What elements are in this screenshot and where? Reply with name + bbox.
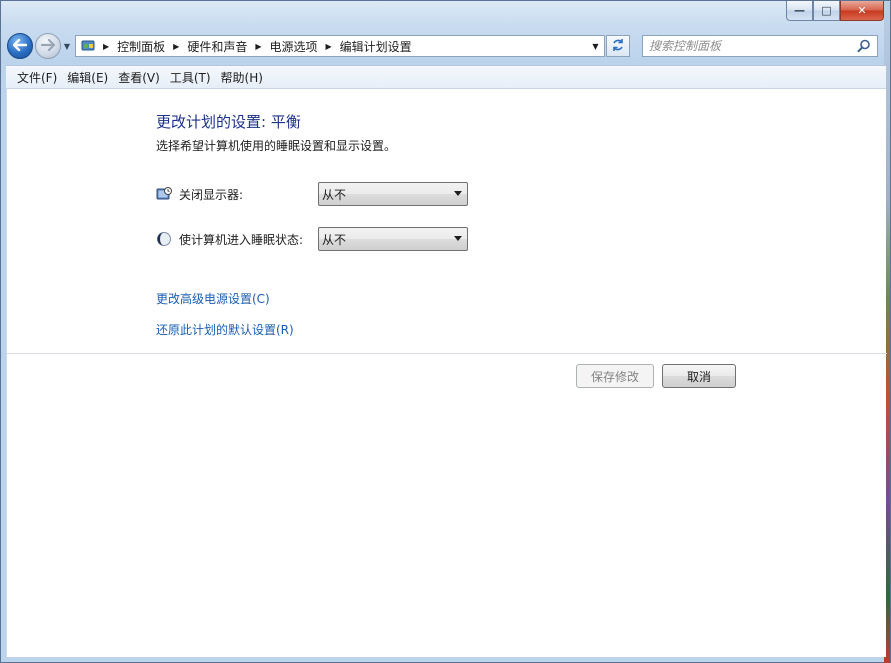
breadcrumb-separator-icon[interactable]: ▶ [168, 42, 184, 51]
sleep-label: 使计算机进入睡眠状态: [179, 232, 304, 247]
breadcrumb-control-panel[interactable]: 控制面板 [114, 36, 168, 56]
sleep-value: 从不 [322, 232, 347, 247]
refresh-button[interactable] [606, 35, 630, 57]
breadcrumb-power-options[interactable]: 电源选项 [267, 36, 321, 56]
search-box[interactable] [642, 35, 878, 57]
navigation-row: ▼ ▶ 控制面板 ▶ 硬件和声音 ▶ 电源选项 ▶ 编辑计划设置 ▼ [7, 33, 886, 59]
address-bar[interactable]: ▶ 控制面板 ▶ 硬件和声音 ▶ 电源选项 ▶ 编辑计划设置 ▼ [75, 35, 605, 57]
refresh-icon [611, 38, 625, 55]
maximize-icon: □ [821, 4, 832, 17]
close-button[interactable]: ✕ [840, 1, 884, 21]
cancel-button[interactable]: 取消 [662, 364, 736, 388]
breadcrumb-edit-plan[interactable]: 编辑计划设置 [337, 36, 415, 56]
breadcrumb-separator-icon[interactable]: ▶ [98, 42, 114, 51]
menu-file[interactable]: 文件(F) [12, 66, 62, 88]
menu-tools[interactable]: 工具(T) [165, 66, 216, 88]
moon-sleep-icon [155, 230, 173, 248]
save-changes-button[interactable]: 保存修改 [576, 364, 654, 388]
menu-edit[interactable]: 编辑(E) [62, 66, 113, 88]
breadcrumb-separator-icon[interactable]: ▶ [321, 42, 337, 51]
sleep-select[interactable]: 从不 [318, 227, 468, 251]
content-divider [7, 353, 887, 354]
minimize-icon: — [794, 4, 805, 17]
page-subtitle: 选择希望计算机使用的睡眠设置和显示设置。 [156, 139, 397, 153]
dropdown-arrow-icon [454, 236, 462, 241]
monitor-clock-icon [155, 185, 173, 203]
address-dropdown-button[interactable]: ▼ [587, 36, 604, 56]
control-panel-window: — □ ✕ ▼ ▶ 控制面板 ▶ 硬件和声音 ▶ 电源选项 ▶ 编辑计划设置 ▼… [0, 0, 891, 663]
caption-buttons: — □ ✕ [786, 1, 884, 21]
forward-button[interactable] [35, 33, 61, 59]
breadcrumb-hardware-sound[interactable]: 硬件和声音 [184, 36, 250, 56]
display-off-value: 从不 [322, 187, 347, 202]
close-icon: ✕ [857, 4, 867, 17]
control-panel-icon [78, 37, 98, 55]
breadcrumb-separator-icon[interactable]: ▶ [250, 42, 266, 51]
content-pane: 更改计划的设置: 平衡 选择希望计算机使用的睡眠设置和显示设置。 关闭显示器: … [6, 89, 887, 657]
search-icon[interactable] [857, 39, 871, 56]
display-off-select[interactable]: 从不 [318, 182, 468, 206]
search-input[interactable] [643, 36, 853, 56]
page-title: 更改计划的设置: 平衡 [156, 113, 301, 131]
maximize-button[interactable]: □ [813, 1, 840, 21]
arrow-right-icon [40, 37, 56, 55]
display-off-label: 关闭显示器: [179, 187, 244, 202]
advanced-power-settings-link[interactable]: 更改高级电源设置(C) [156, 290, 270, 307]
menu-bar: 文件(F) 编辑(E) 查看(V) 工具(T) 帮助(H) [6, 65, 886, 89]
back-button[interactable] [7, 33, 33, 59]
dropdown-arrow-icon [454, 191, 462, 196]
title-bar[interactable]: — □ ✕ [1, 1, 890, 29]
setting-row-sleep: 使计算机进入睡眠状态: 从不 [155, 226, 468, 252]
minimize-button[interactable]: — [786, 1, 813, 21]
menu-help[interactable]: 帮助(H) [216, 66, 268, 88]
recent-pages-dropdown[interactable]: ▼ [61, 42, 73, 51]
restore-defaults-link[interactable]: 还原此计划的默认设置(R) [156, 321, 294, 338]
menu-view[interactable]: 查看(V) [113, 66, 165, 88]
setting-row-display: 关闭显示器: 从不 [155, 181, 468, 207]
arrow-left-icon [12, 37, 28, 55]
